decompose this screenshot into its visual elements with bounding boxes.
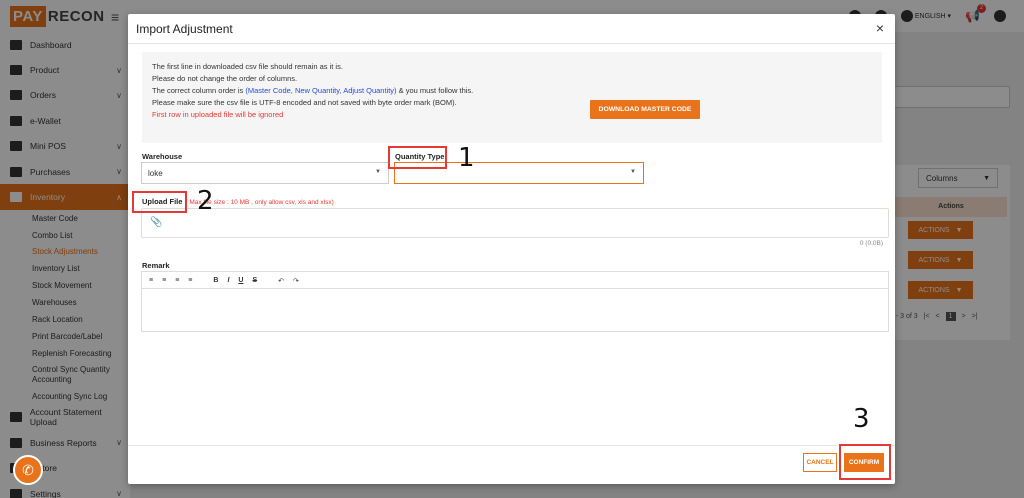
instructions-box: The first line in downloaded csv file sh…	[142, 52, 882, 143]
instruction-line: The correct column order is (Master Code…	[152, 85, 872, 97]
column-order-highlight: (Master Code, New Quantity, Adjust Quant…	[245, 86, 397, 95]
caret-down-icon: ▼	[375, 169, 381, 175]
warehouse-label: Warehouse	[142, 152, 183, 161]
annotation-number-3: 3	[853, 404, 870, 434]
warehouse-value: loke	[148, 168, 163, 178]
warning-line: First row in uploaded file will be ignor…	[152, 110, 284, 119]
modal-header: Import Adjustment ×	[128, 14, 895, 44]
align-right-icon[interactable]: ≡	[175, 277, 179, 284]
instruction-line: Please make sure the csv file is UTF-8 e…	[152, 98, 457, 107]
annotation-box-quantity-type	[388, 146, 447, 169]
align-justify-icon[interactable]: ≡	[188, 277, 192, 284]
close-icon[interactable]: ×	[876, 20, 884, 36]
file-upload-dropzone[interactable]: 📎	[141, 208, 889, 238]
remark-label: Remark	[142, 261, 170, 270]
undo-icon[interactable]: ↶	[278, 277, 284, 285]
annotation-box-upload-file	[132, 191, 187, 213]
modal-title: Import Adjustment	[136, 21, 233, 36]
instruction-text: The correct column order is	[152, 86, 246, 95]
messenger-chat-icon[interactable]: ✆	[13, 455, 43, 485]
instruction-line: Please do not change the order of column…	[152, 74, 298, 83]
file-size-readout: 0 (0.0B)	[859, 240, 883, 247]
instruction-text: & you must follow this.	[396, 86, 474, 95]
modal-footer	[128, 445, 895, 484]
caret-down-icon: ▼	[630, 169, 636, 175]
instruction-line: The first line in downloaded csv file sh…	[152, 62, 343, 71]
cancel-button[interactable]: CANCEL	[803, 453, 837, 472]
annotation-box-confirm	[839, 444, 891, 480]
align-center-icon[interactable]: ≡	[162, 277, 166, 284]
import-adjustment-modal: Import Adjustment × The first line in do…	[128, 14, 895, 484]
redo-icon[interactable]: ↷	[293, 277, 299, 285]
paperclip-icon: 📎	[150, 217, 163, 228]
remark-editor[interactable]	[141, 288, 889, 332]
annotation-number-1: 1	[458, 143, 475, 173]
bold-icon[interactable]: B	[213, 277, 218, 284]
annotation-number-2: 2	[197, 186, 214, 216]
strikethrough-icon[interactable]: S	[252, 277, 257, 284]
remark-editor-toolbar: ≡ ≡ ≡ ≡ B I U S ↶ ↷	[141, 271, 889, 289]
download-master-code-button[interactable]: DOWNLOAD MASTER CODE	[590, 100, 700, 119]
warehouse-select[interactable]: loke ▼	[141, 162, 389, 184]
italic-icon[interactable]: I	[227, 277, 229, 284]
underline-icon[interactable]: U	[238, 277, 243, 284]
align-left-icon[interactable]: ≡	[149, 277, 153, 284]
